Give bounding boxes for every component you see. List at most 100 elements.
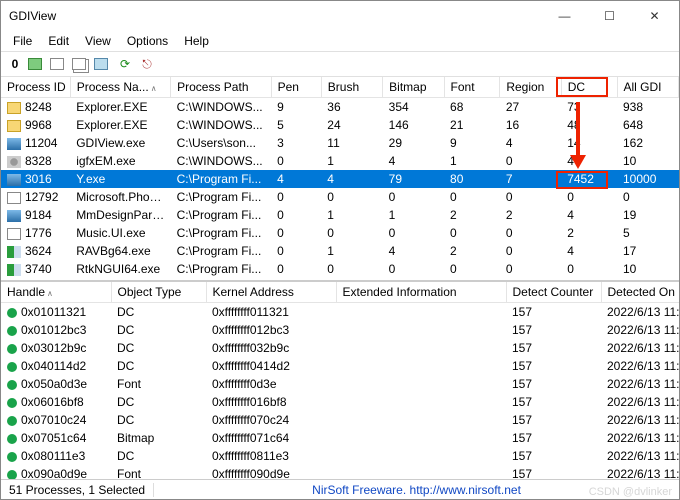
process-pane[interactable]: Process IDProcess Na...∧Process PathPenB… [1, 77, 679, 282]
cell [336, 393, 506, 411]
cell: 11204 [1, 134, 70, 152]
cell: 157 [506, 393, 601, 411]
cell: 1776 [1, 224, 70, 242]
cell: 0 [617, 188, 679, 206]
minimize-button[interactable]: ― [542, 2, 587, 31]
col-header[interactable]: Process ID [1, 77, 70, 98]
cell: 157 [506, 303, 601, 322]
cell: 36 [321, 98, 382, 117]
cell: 2022/6/13 11: [601, 411, 679, 429]
table-row[interactable]: 9968Explorer.EXEC:\WINDOWS...52414621164… [1, 116, 679, 134]
window-title: GDIView [9, 9, 542, 23]
table-row[interactable]: 12792Microsoft.Photos...C:\Program Fi...… [1, 188, 679, 206]
cell: 157 [506, 339, 601, 357]
cell: 2 [500, 206, 561, 224]
cell: C:\Program Fi... [171, 260, 271, 278]
cell: 0x090a0d9e [1, 465, 111, 479]
cell: 2 [561, 224, 617, 242]
handle-dot-icon [7, 362, 17, 372]
cell: 0 [500, 188, 561, 206]
table-row[interactable]: 0x07010c24DC0xffffffff070c241572022/6/13… [1, 411, 679, 429]
table-row[interactable]: 11204GDIView.exeC:\Users\son...311299414… [1, 134, 679, 152]
cell: 0x01012bc3 [1, 321, 111, 339]
table-row[interactable]: 0x06016bf8DC0xffffffff016bf81572022/6/13… [1, 393, 679, 411]
cell: 0x050a0d3e [1, 375, 111, 393]
handle-table[interactable]: Handle∧Object TypeKernel AddressExtended… [1, 282, 679, 479]
table-row[interactable]: 9184MmDesignPartne...C:\Program Fi...011… [1, 206, 679, 224]
cell: 0x040114d2 [1, 357, 111, 375]
toolbar: 0 ⟳ ⎋ [1, 51, 679, 77]
tb-exit[interactable]: ⎋ [137, 54, 157, 74]
cell: 0xffffffff0414d2 [206, 357, 336, 375]
col-header[interactable]: Kernel Address [206, 282, 336, 303]
col-header[interactable]: Extended Information [336, 282, 506, 303]
app-icon [7, 138, 21, 150]
cell: 2022/6/13 11: [601, 321, 679, 339]
table-row[interactable]: 0x090a0d9eFont0xffffffff090d9e1572022/6/… [1, 465, 679, 479]
cell: RAVBg64.exe [70, 242, 170, 260]
menu-file[interactable]: File [5, 32, 40, 50]
status-link[interactable]: NirSoft Freeware. http://www.nirsoft.net [154, 483, 679, 497]
table-row[interactable]: 0x01011321DC0xffffffff0113211572022/6/13… [1, 303, 679, 322]
tb-save[interactable] [27, 54, 47, 74]
table-row[interactable]: 0x01012bc3DC0xffffffff012bc31572022/6/13… [1, 321, 679, 339]
col-header[interactable]: Handle∧ [1, 282, 111, 303]
snd-icon [7, 264, 21, 276]
table-row[interactable]: 0x080111e3DC0xffffffff0811e31572022/6/13… [1, 447, 679, 465]
cell: 2022/6/13 11: [601, 303, 679, 322]
cell: 0xffffffff0811e3 [206, 447, 336, 465]
menu-help[interactable]: Help [176, 32, 217, 50]
cell: 2 [444, 206, 500, 224]
cell: Music.UI.exe [70, 224, 170, 242]
cell: MmDesignPartne... [70, 206, 170, 224]
close-button[interactable]: ✕ [632, 2, 677, 31]
table-row[interactable]: 3624RAVBg64.exeC:\Program Fi...01420417 [1, 242, 679, 260]
col-header[interactable]: Brush [321, 77, 382, 98]
col-header[interactable]: Pen [271, 77, 321, 98]
menu-view[interactable]: View [77, 32, 119, 50]
col-header[interactable]: Bitmap [383, 77, 444, 98]
col-header[interactable]: Object Type [111, 282, 206, 303]
menu-edit[interactable]: Edit [40, 32, 77, 50]
table-row[interactable]: 0x07051c64Bitmap0xffffffff071c641572022/… [1, 429, 679, 447]
table-row[interactable]: 3740RtkNGUI64.exeC:\Program Fi...0000001… [1, 260, 679, 278]
col-header[interactable]: All GDI [617, 77, 679, 98]
table-row[interactable]: 1776Music.UI.exeC:\Program Fi...0000025 [1, 224, 679, 242]
cell: 0 [321, 260, 382, 278]
col-header[interactable]: Process Na...∧ [70, 77, 170, 98]
tb-copy[interactable] [71, 54, 91, 74]
tb-zero[interactable]: 0 [5, 54, 25, 74]
tb-refresh[interactable]: ⟳ [115, 54, 135, 74]
table-row[interactable]: 0x050a0d3eFont0xffffffff0d3e1572022/6/13… [1, 375, 679, 393]
maximize-button[interactable]: ☐ [587, 2, 632, 31]
tb-tree[interactable] [93, 54, 113, 74]
cell: 2022/6/13 11: [601, 465, 679, 479]
cell: 0 [271, 224, 321, 242]
cell: C:\WINDOWS... [171, 98, 271, 117]
table-row[interactable]: 0x03012b9cDC0xffffffff032b9c1572022/6/13… [1, 339, 679, 357]
table-row[interactable]: 0x040114d2DC0xffffffff0414d21572022/6/13… [1, 357, 679, 375]
col-header[interactable]: Font [444, 77, 500, 98]
col-header[interactable]: Region [500, 77, 561, 98]
cell: 16 [500, 116, 561, 134]
table-row[interactable]: 8248Explorer.EXEC:\WINDOWS...93635468277… [1, 98, 679, 117]
cell [336, 303, 506, 322]
cell: 1 [321, 242, 382, 260]
cell: 9968 [1, 116, 70, 134]
cell: 648 [617, 116, 679, 134]
cell: 10000 [617, 170, 679, 188]
cell [336, 339, 506, 357]
tb-sheet[interactable] [49, 54, 69, 74]
col-header[interactable]: DC [561, 77, 617, 98]
cell: 0x03012b9c [1, 339, 111, 357]
col-header[interactable]: Process Path [171, 77, 271, 98]
process-table[interactable]: Process IDProcess Na...∧Process PathPenB… [1, 77, 679, 278]
table-row[interactable]: 8328igfxEM.exeC:\WINDOWS...01410410 [1, 152, 679, 170]
col-header[interactable]: Detected On [601, 282, 679, 303]
handle-pane[interactable]: Handle∧Object TypeKernel AddressExtended… [1, 282, 679, 479]
col-header[interactable]: Detect Counter [506, 282, 601, 303]
table-row[interactable]: 3016Y.exeC:\Program Fi...447980774521000… [1, 170, 679, 188]
cell: 5 [271, 116, 321, 134]
cell: 0xffffffff011321 [206, 303, 336, 322]
menu-options[interactable]: Options [119, 32, 176, 50]
